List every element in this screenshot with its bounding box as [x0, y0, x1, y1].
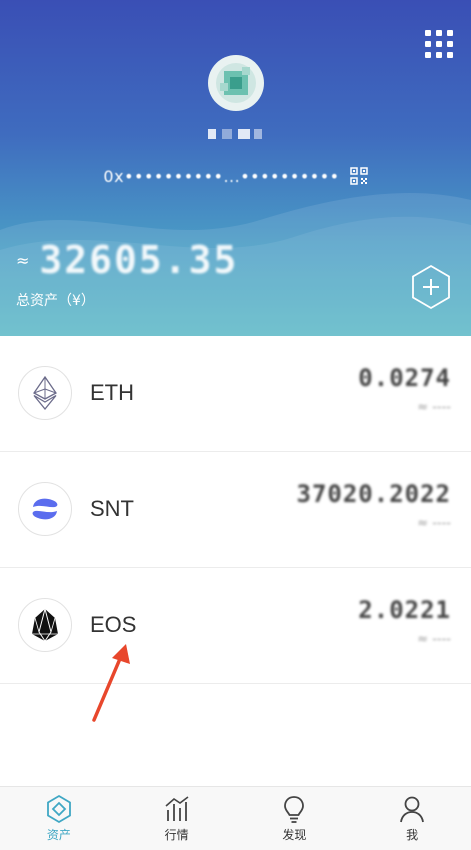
wallet-avatar[interactable] [208, 55, 264, 111]
eos-logo-icon [18, 598, 72, 652]
tab-label: 资产 [46, 828, 71, 842]
snt-logo-icon [18, 482, 72, 536]
coin-amount: 2.0221 [358, 596, 451, 624]
coin-fiat-value: ≈ ---- [417, 516, 451, 531]
profile-icon [400, 796, 425, 823]
tab-assets[interactable]: 资产 [0, 787, 118, 850]
discover-icon [284, 796, 305, 823]
asset-list: ETH 0.0274 ≈ ---- SNT 37020.2022 ≈ ---- … [0, 336, 471, 684]
coin-amount: 0.0274 [358, 364, 451, 392]
eth-logo-icon [18, 366, 72, 420]
coin-symbol: SNT [90, 496, 134, 521]
tab-label: 发现 [282, 828, 307, 842]
tab-label: 我 [406, 828, 419, 842]
address-text: 0x••••••••••...•••••••••• [103, 166, 340, 186]
approx-sign: ≈ [16, 250, 30, 270]
wallet-address[interactable]: 0x••••••••••...•••••••••• [0, 165, 471, 187]
add-asset-button[interactable] [408, 264, 454, 310]
qr-code-icon[interactable] [349, 167, 368, 185]
tab-market[interactable]: 行情 [118, 787, 236, 850]
wallet-name [200, 126, 272, 142]
menu-grid-icon[interactable] [425, 30, 453, 58]
coin-fiat-value: ≈ ---- [417, 632, 451, 647]
balance-value: 32605.35 [39, 238, 239, 282]
total-balance: ≈ 32605.35 [16, 238, 239, 282]
total-assets-label: 总资产（¥） [16, 293, 95, 309]
coin-amount: 37020.2022 [296, 480, 451, 508]
asset-row-eos[interactable]: EOS 2.0221 ≈ ---- [0, 568, 471, 684]
coin-fiat-value: ≈ ---- [417, 400, 451, 415]
wallet-header: 0x••••••••••...•••••••••• ≈ 32605.35 总资产… [0, 0, 471, 336]
bottom-tab-bar: 资产 行情 发现 我 [0, 786, 471, 850]
assets-icon [46, 794, 71, 824]
tab-profile[interactable]: 我 [353, 787, 471, 850]
annotation-arrow-icon [92, 644, 130, 722]
coin-symbol: ETH [90, 380, 134, 405]
tab-label: 行情 [164, 828, 189, 842]
market-icon [165, 796, 189, 821]
asset-row-snt[interactable]: SNT 37020.2022 ≈ ---- [0, 452, 471, 568]
tab-discover[interactable]: 发现 [236, 787, 354, 850]
asset-row-eth[interactable]: ETH 0.0274 ≈ ---- [0, 336, 471, 452]
coin-symbol: EOS [90, 612, 137, 637]
